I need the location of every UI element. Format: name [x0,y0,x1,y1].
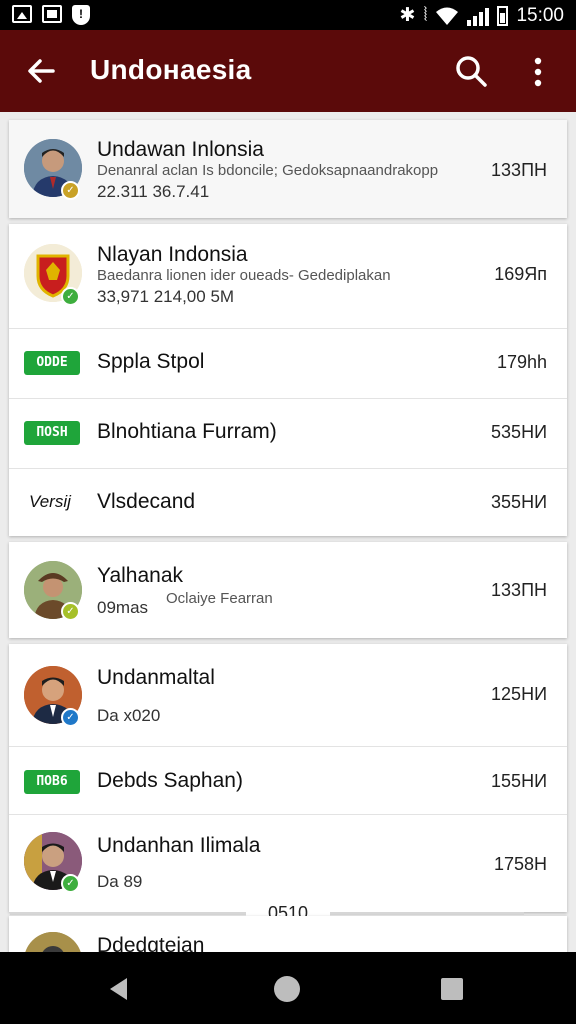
item-subtitle: Dеnanral aclan Is bdoncile; Gedoksapnaan… [97,162,439,179]
version-label: Versij [29,492,71,511]
item-name: Undanmaltal [97,666,215,689]
list-item[interactable]: ✓ Undanhan Ilimala Da 89 1758Н [9,814,567,912]
pager-line-left [10,912,246,915]
recents-icon[interactable] [441,978,463,1000]
back-arrow-icon[interactable] [24,54,58,88]
item-time: 1758Н [493,854,547,874]
item-name: Undanhan Ilimala [97,834,261,857]
item-subtitle: Baedanra lionen ider oueads- Gedediplaka… [97,267,391,284]
app-bar: Undoнaesia [0,30,576,112]
status-bar: ! ✱ ⦚ 15:00 [0,0,576,30]
item-time: 133ПН [491,580,547,600]
bluetooth-icon: ✱ [399,5,416,26]
list-card: ✓ Nlayan Indonsia Baedanra lionen ider o… [9,224,567,536]
item-time: 535НИ [491,422,547,442]
back-icon[interactable] [110,978,127,1000]
list-item[interactable]: ODDE Sppla Stpol 179hh [9,328,567,398]
list-item[interactable]: ПОВ6 Debds Saphan) 155НИ [9,746,567,814]
list-item[interactable]: ✓ Undawan Inlonsia Dеnanral aclan Is bdo… [9,120,567,218]
verified-badge-icon: ✓ [61,874,80,893]
item-meta: 33,971 214,00 5M [97,287,235,306]
item-meta: 22.311 36.7.41 [97,182,210,201]
item-time: 125НИ [491,684,547,704]
item-name: Yalhanak [97,564,184,587]
item-time: 355НИ [491,492,547,512]
image-icon [12,5,32,23]
list-item[interactable]: ✓ Yalhanak Oclaiye Fearran 09mas 133ПН [9,542,567,638]
item-time: 155НИ [491,771,547,791]
signal-icon [467,6,490,26]
status-tag: ПOSH [24,421,80,445]
verified-badge-icon: ✓ [61,287,80,306]
search-icon[interactable] [454,54,488,88]
item-meta: Da 89 [97,872,143,891]
conversation-list[interactable]: ✓ Undawan Inlonsia Dеnanral aclan Is bdo… [0,112,576,952]
home-icon[interactable] [274,976,300,1002]
list-item[interactable]: ✓ Nlayan Indonsia Baedanra lionen ider o… [9,224,567,324]
verified-badge-icon: ✓ [61,181,80,200]
item-meta: Da x020 [97,706,161,725]
item-name: Nlayan Indonsia [97,243,248,266]
item-name: Blnohtiana Furram) [97,420,277,443]
navigation-bar [0,952,576,1024]
status-tag: ODDE [24,351,80,375]
status-time: 15:00 [516,4,564,26]
page-title: Undoнaesia [90,54,252,85]
item-time: 179hh [496,352,547,372]
item-time: 133ПН [491,160,547,180]
item-subtitle: Oclaiye Fearran [166,590,273,607]
item-time: 169Яп [494,264,547,284]
mail-icon [42,5,62,23]
vibrate-icon: ⦚ [423,4,428,26]
item-name: Sppla Stpol [97,350,205,373]
item-meta: 09mas [97,598,149,617]
list-item[interactable]: ✓ Undanmaltal Da x020 125НИ [9,644,567,744]
battery-icon [497,5,509,26]
status-tag: ПОВ6 [24,770,80,794]
verified-badge-icon: ✓ [61,708,80,727]
verified-badge-icon: ✓ [61,602,80,621]
pager-line-right [330,912,524,915]
shield-icon: ! [72,5,90,25]
wifi-icon [436,7,459,25]
item-name: Vlsdecand [97,490,196,513]
list-item[interactable]: ПOSH Blnohtiana Furram) 535НИ [9,398,567,468]
item-name: Debds Saphan) [97,769,243,792]
more-vert-icon[interactable] [528,56,548,88]
list-item[interactable]: Ddedgteian [9,916,567,952]
item-name: Undawan Inlonsia [97,138,264,161]
list-item[interactable]: Versij Vlsdecand 355НИ [9,468,567,536]
item-name: Ddedgteian [97,934,205,952]
avatar [24,932,82,952]
list-card: ✓ Undanmaltal Da x020 125НИ ПОВ6 Debds S… [9,644,567,912]
